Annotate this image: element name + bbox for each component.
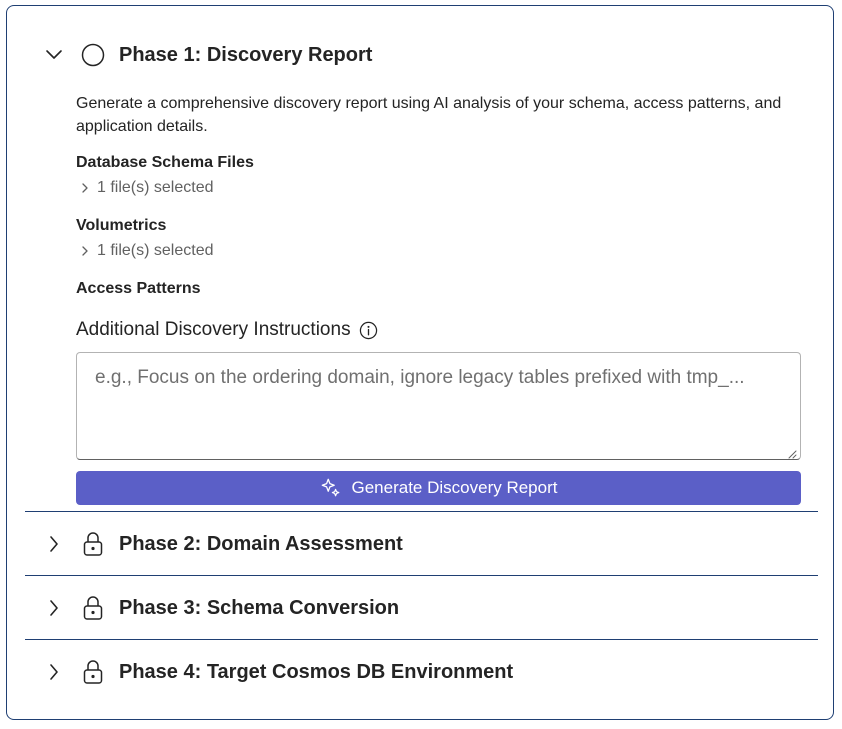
generate-discovery-report-button[interactable]: Generate Discovery Report: [76, 471, 801, 505]
discovery-instructions-input[interactable]: [77, 353, 800, 459]
phase-divider: [25, 511, 818, 512]
volumetrics-toggle[interactable]: 1 file(s) selected: [79, 242, 214, 260]
schema-files-label: Database Schema Files: [76, 154, 254, 171]
instructions-label-row: Additional Discovery Instructions: [76, 319, 378, 341]
migration-phases-panel: Phase 1: Discovery Report Generate a com…: [6, 5, 834, 720]
phase-1-header[interactable]: Phase 1: Discovery Report: [7, 35, 833, 75]
schema-files-selection: 1 file(s) selected: [97, 179, 214, 196]
chevron-right-icon: [79, 181, 91, 195]
info-icon[interactable]: [359, 321, 378, 340]
phase-1-title: Phase 1: Discovery Report: [119, 43, 373, 66]
chevron-right-icon[interactable]: [43, 661, 65, 683]
resize-handle-icon[interactable]: [787, 446, 797, 459]
generate-button-label: Generate Discovery Report: [351, 478, 558, 497]
chevron-right-icon[interactable]: [43, 597, 65, 619]
phase-4-header[interactable]: Phase 4: Target Cosmos DB Environment: [7, 652, 833, 692]
instructions-label: Additional Discovery Instructions: [76, 319, 351, 340]
lock-icon: [80, 531, 106, 557]
phase-divider: [25, 575, 818, 576]
phase-divider: [25, 639, 818, 640]
lock-icon: [80, 659, 106, 685]
circle-icon: [80, 42, 106, 68]
schema-files-toggle[interactable]: 1 file(s) selected: [79, 179, 214, 197]
access-patterns-label: Access Patterns: [76, 280, 201, 297]
phase-3-header[interactable]: Phase 3: Schema Conversion: [7, 588, 833, 628]
sparkle-icon: [320, 477, 342, 499]
phase-4-title: Phase 4: Target Cosmos DB Environment: [119, 660, 514, 683]
phase-1-description: Generate a comprehensive discovery repor…: [76, 95, 782, 135]
chevron-right-icon[interactable]: [43, 533, 65, 555]
phase-2-header[interactable]: Phase 2: Domain Assessment: [7, 524, 833, 564]
lock-icon: [80, 595, 106, 621]
phase-3-title: Phase 3: Schema Conversion: [119, 596, 400, 619]
chevron-down-icon[interactable]: [43, 44, 65, 66]
volumetrics-selection: 1 file(s) selected: [97, 242, 214, 259]
instructions-textarea-wrapper: [76, 352, 801, 460]
chevron-right-icon: [79, 244, 91, 258]
phase-2-title: Phase 2: Domain Assessment: [119, 532, 403, 555]
volumetrics-label: Volumetrics: [76, 217, 167, 234]
